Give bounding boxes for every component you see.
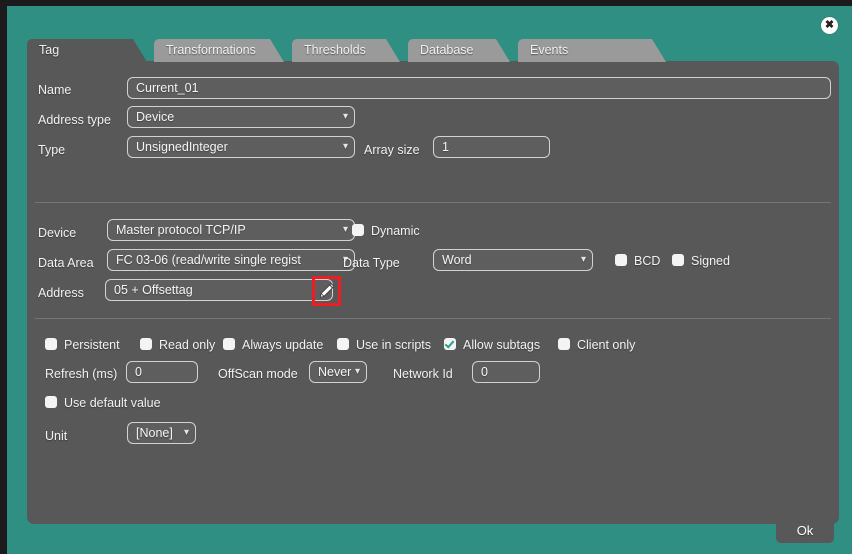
- offscan-mode-select[interactable]: Never ▾: [309, 361, 367, 383]
- address-type-select[interactable]: Device ▾: [127, 106, 355, 128]
- signed-label: Signed: [691, 254, 730, 268]
- allow-subtags-label: Allow subtags: [463, 338, 541, 352]
- tab-label: Transformations: [166, 43, 256, 57]
- tab-label: Thresholds: [304, 43, 366, 57]
- unit-select[interactable]: [None] ▾: [127, 422, 196, 444]
- section-divider-1: [35, 202, 831, 203]
- type-label: Type: [38, 143, 66, 157]
- close-icon[interactable]: ✖: [821, 17, 838, 34]
- bcd-checkbox[interactable]: [615, 254, 627, 266]
- network-id-label: Network Id: [393, 367, 453, 381]
- tab-transformations[interactable]: Transformations: [154, 39, 284, 62]
- use-default-value-checkbox[interactable]: [45, 396, 57, 408]
- chevron-down-icon: ▾: [354, 366, 360, 377]
- address-type-value: Device: [136, 110, 175, 124]
- chevron-down-icon: ▾: [183, 427, 189, 438]
- array-size-input[interactable]: 1: [433, 136, 550, 158]
- pencil-icon[interactable]: [318, 281, 336, 300]
- client-only-checkbox[interactable]: [558, 338, 570, 350]
- client-only-label: Client only: [577, 338, 636, 352]
- refresh-label: Refresh (ms): [45, 367, 118, 381]
- always-update-checkbox[interactable]: [223, 338, 235, 350]
- address-label: Address: [38, 286, 84, 300]
- section-divider-2: [35, 318, 831, 319]
- ok-button[interactable]: Ok: [776, 519, 834, 543]
- data-area-select[interactable]: FC 03-06 (read/write single regist ▾: [107, 249, 355, 271]
- offscan-mode-label: OffScan mode: [218, 367, 298, 381]
- refresh-input[interactable]: 0: [126, 361, 198, 383]
- network-id-input[interactable]: 0: [472, 361, 540, 383]
- data-type-label: Data Type: [343, 256, 400, 270]
- name-label: Name: [38, 83, 72, 97]
- unit-label: Unit: [45, 429, 68, 443]
- use-default-value-label: Use default value: [64, 396, 161, 410]
- use-in-scripts-label: Use in scripts: [356, 338, 432, 352]
- address-type-label: Address type: [38, 113, 111, 127]
- device-label: Device: [38, 226, 77, 240]
- persistent-checkbox[interactable]: [45, 338, 57, 350]
- data-area-label: Data Area: [38, 256, 94, 270]
- use-in-scripts-checkbox[interactable]: [337, 338, 349, 350]
- dynamic-label: Dynamic: [371, 224, 420, 238]
- array-size-label: Array size: [364, 143, 420, 157]
- allow-subtags-checkbox[interactable]: [444, 338, 456, 350]
- read-only-checkbox[interactable]: [140, 338, 152, 350]
- type-select[interactable]: UnsignedInteger ▾: [127, 136, 355, 158]
- persistent-label: Persistent: [64, 338, 120, 352]
- tab-label: Tag: [39, 43, 60, 57]
- read-only-label: Read only: [159, 338, 216, 352]
- dynamic-checkbox[interactable]: [352, 224, 364, 236]
- data-type-select[interactable]: Word ▾: [433, 249, 593, 271]
- chevron-down-icon: ▾: [580, 254, 586, 265]
- chevron-down-icon: ▾: [342, 141, 348, 152]
- tab-thresholds[interactable]: Thresholds: [292, 39, 400, 62]
- device-value: Master protocol TCP/IP: [116, 223, 246, 237]
- tab-database[interactable]: Database: [408, 39, 510, 62]
- data-area-value: FC 03-06 (read/write single regist: [116, 253, 301, 267]
- address-input[interactable]: 05 + Offsettag: [105, 279, 333, 301]
- name-input[interactable]: Current_01: [127, 77, 831, 99]
- tab-label: Database: [420, 43, 474, 57]
- tag-settings-panel: Name Current_01 Address type Device ▾ Ty…: [27, 57, 839, 524]
- chevron-down-icon: ▾: [342, 111, 348, 122]
- bcd-label: BCD: [634, 254, 661, 268]
- tab-strip: Tag Transformations Thresholds Database …: [27, 39, 727, 62]
- tab-tag[interactable]: Tag: [27, 39, 147, 62]
- tag-editor-dialog: ✖ Tag Transformations Thresholds Databas…: [0, 0, 852, 554]
- tab-label: Events: [530, 43, 569, 57]
- signed-checkbox[interactable]: [672, 254, 684, 266]
- type-value: UnsignedInteger: [136, 140, 228, 154]
- unit-value: [None]: [136, 426, 173, 440]
- offscan-mode-value: Never: [318, 365, 352, 379]
- chevron-down-icon: ▾: [342, 224, 348, 235]
- dialog-surface: ✖ Tag Transformations Thresholds Databas…: [7, 6, 852, 554]
- always-update-label: Always update: [242, 338, 324, 352]
- tab-events[interactable]: Events: [518, 39, 666, 62]
- data-type-value: Word: [442, 253, 472, 267]
- device-select[interactable]: Master protocol TCP/IP ▾: [107, 219, 355, 241]
